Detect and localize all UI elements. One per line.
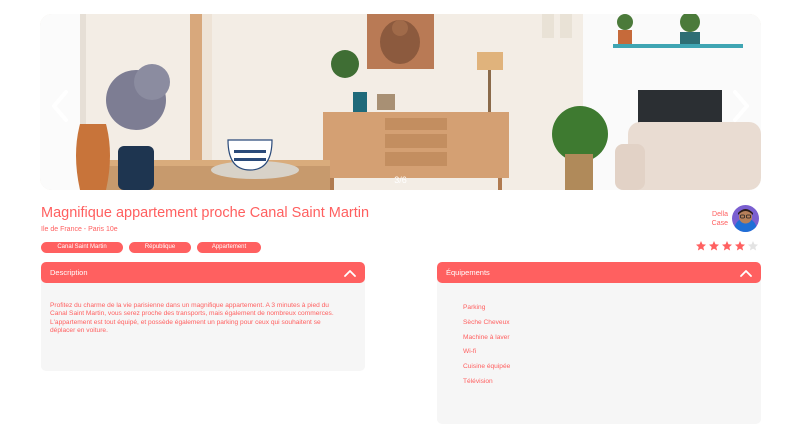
list-item: Machine à laver [463,333,510,341]
list-item: Parking [463,304,486,311]
chevron-up-icon [740,269,752,277]
photo-carousel: 3/6 [40,14,761,190]
tag: Appartement [197,242,261,253]
tag: République [129,242,191,253]
equipments-list: Parking Sèche Cheveux Machine à laver Wi… [463,301,741,390]
equipments-panel: Équipements Parking Sèche Cheveux Machin… [437,262,761,424]
star-filled-icon [735,241,745,251]
tag: Canal Saint Martin [41,242,123,253]
description-panel: Description Profitez du charme de la vie… [41,262,365,371]
previous-photo-button[interactable] [46,86,76,126]
star-filled-icon [722,241,732,251]
carousel-photo [40,14,761,190]
photo-counter: 3/6 [394,175,407,185]
tag-list: Canal Saint Martin République Appartemen… [41,242,261,253]
equipments-title: Équipements [446,268,490,277]
chevron-right-icon [733,90,749,122]
avatar-image [732,205,759,232]
chevron-up-icon [344,269,356,277]
description-body: Profitez du charme de la vie parisienne … [41,278,365,371]
description-title: Description [50,268,88,277]
equipments-body: Parking Sèche Cheveux Machine à laver Wi… [437,278,761,424]
description-text: Profitez du charme de la vie parisienne … [50,302,334,335]
list-item: Cuisine équipée [463,363,511,371]
equipments-toggle[interactable]: Équipements [437,262,761,283]
chevron-left-icon [52,90,68,122]
listing-title: Magnifique appartement proche Canal Sain… [41,205,370,221]
rating-stars [695,240,759,252]
star-empty-icon [748,241,758,251]
host-avatar [732,205,759,232]
listing-location: Ile de France - Paris 10e [41,226,118,233]
description-toggle[interactable]: Description [41,262,365,283]
list-item: Télévision [463,377,493,385]
host-name: Della Case [688,210,728,228]
next-photo-button[interactable] [725,86,755,126]
host-first-name: Della [712,211,728,218]
host-last-name: Case [711,220,728,227]
star-filled-icon [709,241,719,251]
list-item: Wi-fi [463,348,477,356]
list-item: Sèche Cheveux [463,318,510,326]
star-filled-icon [696,241,706,251]
